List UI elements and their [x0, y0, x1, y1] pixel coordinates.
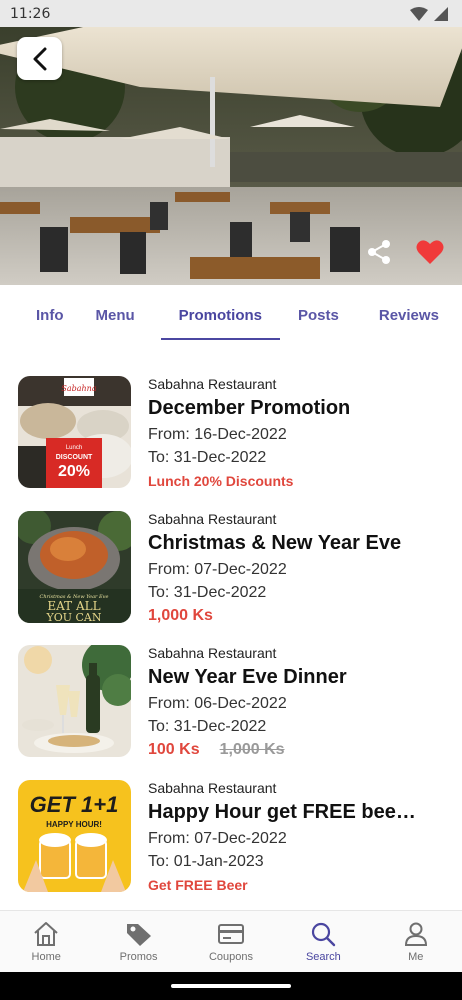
promotion-current-price: 100 Ks [148, 741, 200, 758]
nav-coupons[interactable]: Coupons [185, 911, 277, 973]
home-indicator[interactable] [171, 984, 291, 988]
promotion-merchant: Sabahna Restaurant [148, 511, 277, 527]
tab-info[interactable]: Info [22, 285, 78, 341]
promotion-current-price: 1,000 Ks [148, 607, 213, 624]
hero-image [0, 27, 462, 285]
card-icon [217, 924, 244, 944]
promotion-item[interactable]: Sabahna Lunch DISCOUNT 20% Sabahna Resta… [0, 372, 462, 489]
status-icons [410, 6, 448, 21]
promotion-to-date: To: 31-Dec-2022 [148, 449, 267, 466]
promotion-note: Lunch 20% Discounts [148, 473, 294, 489]
thumb-big-text-2: YOU CAN [45, 611, 101, 623]
wifi-icon [410, 6, 428, 21]
nav-coupons-label: Coupons [208, 951, 253, 963]
promotion-merchant: Sabahna Restaurant [148, 645, 277, 661]
promotion-to-date: To: 31-Dec-2022 [148, 584, 267, 601]
thumb-discount: DISCOUNT [56, 454, 93, 461]
promotion-merchant: Sabahna Restaurant [148, 780, 277, 796]
promotion-thumbnail: GET 1+1 HAPPY HOUR! [18, 780, 131, 892]
promotion-from-date: From: 16-Dec-2022 [148, 426, 287, 443]
nav-promos[interactable]: Promos [92, 911, 184, 973]
thumb-lunch: Lunch [66, 445, 82, 451]
promotion-text: Sabahna Restaurant Happy Hour get FREE b… [148, 776, 448, 897]
chevron-left-icon [33, 47, 46, 70]
tab-posts[interactable]: Posts [284, 285, 353, 341]
nav-me-label: Me [408, 951, 424, 963]
home-icon [34, 922, 58, 946]
thumb-brand: Sabahna [61, 384, 96, 393]
promotion-from-date: From: 07-Dec-2022 [148, 830, 287, 847]
promotion-old-price: 1,000 Ks [219, 741, 285, 758]
nav-home-label: Home [31, 951, 61, 963]
nav-search[interactable]: Search [277, 911, 369, 973]
promotion-price: 1,000 Ks [148, 604, 448, 628]
bottom-navigation: Home Promos Coupons Search Me [0, 910, 462, 972]
promotion-thumbnail: Christmas & New Year Eve EAT ALL YOU CAN [18, 511, 131, 623]
detail-tabs: Info Menu Promotions Posts Reviews [0, 285, 462, 341]
nav-home[interactable]: Home [0, 911, 92, 973]
promotion-text: Sabahna Restaurant Christmas & New Year … [148, 507, 448, 628]
status-time: 11:26 [10, 5, 51, 22]
tag-icon [126, 924, 151, 946]
promotion-title: December Promotion [148, 397, 351, 419]
promotion-title: New Year Eve Dinner [148, 666, 347, 688]
favorite-button[interactable] [414, 237, 446, 267]
promotion-title: Christmas & New Year Eve [148, 532, 402, 554]
promotion-item[interactable]: GET 1+1 HAPPY HOUR! Sabahna Restaurant H… [0, 776, 462, 893]
promotion-to-date: To: 31-Dec-2022 [148, 718, 267, 735]
back-button[interactable] [17, 37, 62, 80]
promotion-text: Sabahna Restaurant New Year Eve Dinner F… [148, 641, 448, 762]
heart-icon [416, 240, 444, 264]
promotion-thumbnail [18, 645, 131, 757]
promotion-from-date: From: 07-Dec-2022 [148, 561, 287, 578]
promotion-price: 100 Ks 1,000 Ks [148, 738, 448, 762]
new-year-dinner-image [18, 645, 131, 757]
app-screen: 11:26 Info Menu Promotions Posts Reviews… [0, 0, 462, 1000]
promotion-note: Get FREE Beer [148, 877, 248, 893]
system-navigation-bar [0, 972, 462, 1000]
thumb-happy-text: HAPPY HOUR! [46, 820, 102, 829]
lunch-discount-image: Sabahna Lunch DISCOUNT 20% [18, 376, 131, 488]
promotion-item[interactable]: Christmas & New Year Eve EAT ALL YOU CAN… [0, 507, 462, 624]
person-icon [404, 922, 427, 946]
tab-reviews[interactable]: Reviews [365, 285, 453, 341]
thumb-percent: 20% [58, 463, 90, 480]
promotion-merchant: Sabahna Restaurant [148, 376, 277, 392]
status-bar: 11:26 [0, 0, 462, 27]
tab-promotions[interactable]: Promotions [160, 285, 281, 341]
nav-search-label: Search [305, 951, 341, 963]
promotion-thumbnail: Sabahna Lunch DISCOUNT 20% [18, 376, 131, 488]
promotion-from-date: From: 06-Dec-2022 [148, 695, 287, 712]
thumb-get-text: GET 1+1 [30, 792, 119, 817]
christmas-dinner-image: Christmas & New Year Eve EAT ALL YOU CAN [18, 511, 131, 623]
promotion-title: Happy Hour get FREE beer with every beer [148, 801, 416, 823]
share-button[interactable] [364, 237, 394, 267]
promotion-to-date: To: 01-Jan-2023 [148, 853, 264, 870]
nav-promos-label: Promos [119, 951, 158, 963]
share-icon [368, 240, 390, 264]
nav-me[interactable]: Me [370, 911, 462, 973]
search-icon [312, 922, 336, 947]
tab-menu[interactable]: Menu [82, 285, 149, 341]
promotion-text: Sabahna Restaurant December Promotion Fr… [148, 372, 448, 493]
signal-icon [434, 6, 448, 21]
promotion-item[interactable]: Sabahna Restaurant New Year Eve Dinner F… [0, 641, 462, 758]
happy-hour-image: GET 1+1 HAPPY HOUR! [18, 780, 131, 892]
